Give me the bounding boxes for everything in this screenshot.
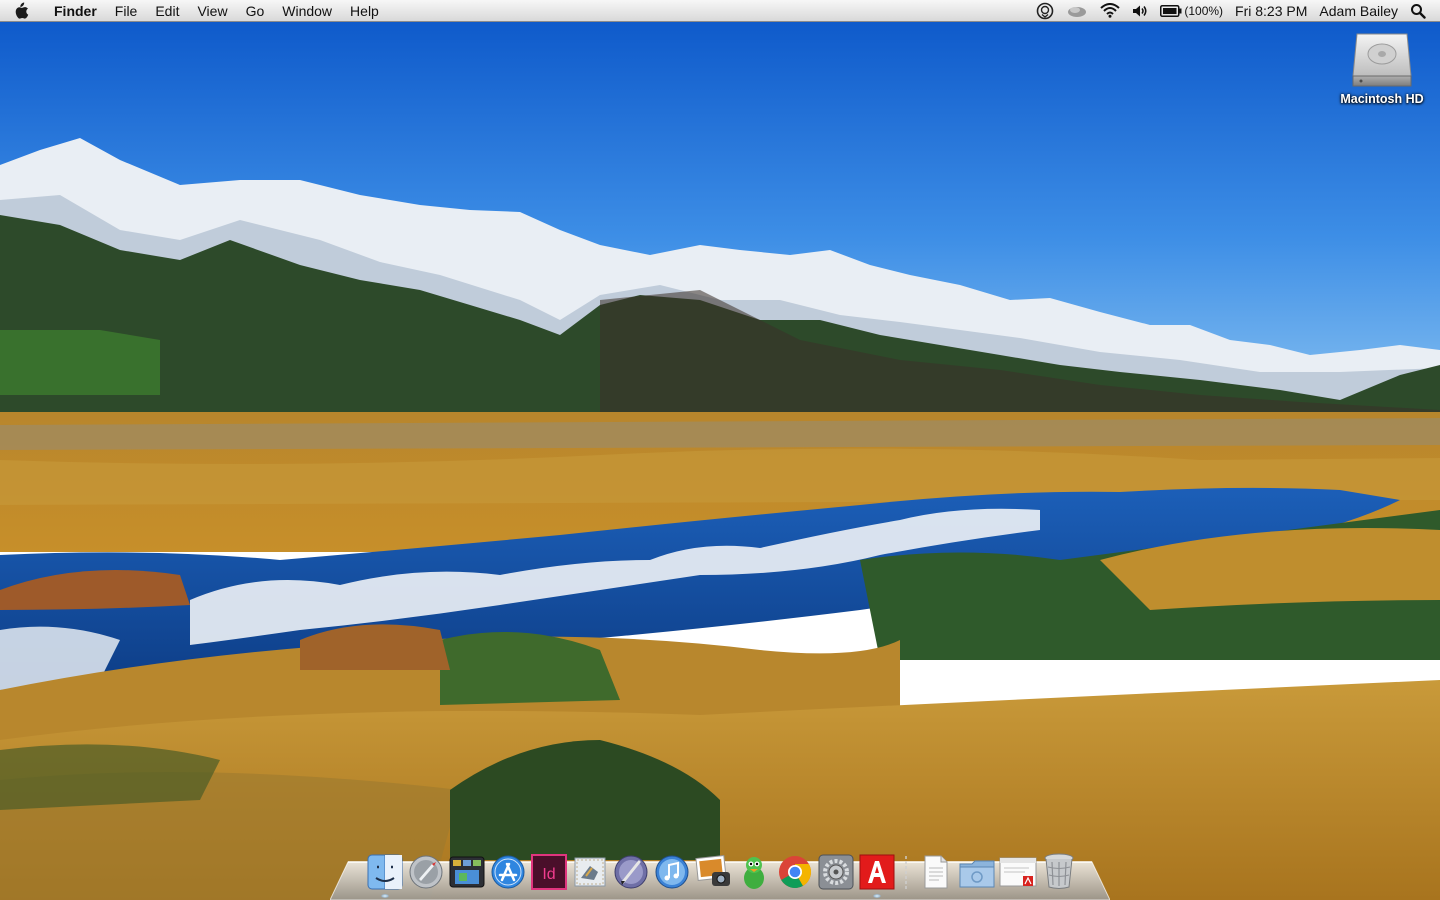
chrome-icon [778,856,811,889]
menu-bar-left: Finder File Edit View Go Window Help [0,0,388,22]
apple-menu-icon[interactable] [0,0,42,22]
menu-help[interactable]: Help [341,0,388,22]
pdf-document-icon [999,857,1036,887]
desktop-wallpaper [0,0,1440,900]
menu-window[interactable]: Window [273,0,341,22]
dock-item-mission-control[interactable] [446,850,487,890]
dock-stack-document[interactable] [915,850,956,890]
dock-stack-folder[interactable] [956,850,997,890]
spotlight-search-icon[interactable] [1404,0,1432,22]
desktop-icon-macintosh-hd[interactable]: Macintosh HD [1333,30,1431,120]
document-icon [924,855,947,889]
folder-icon [959,860,994,888]
itunes-icon [655,855,688,889]
dock-item-system-preferences[interactable] [815,850,856,890]
running-indicator [872,894,881,898]
menu-edit[interactable]: Edit [146,0,188,22]
wifi-icon[interactable] [1094,0,1126,22]
dock-item-launchpad[interactable] [405,850,446,890]
menu-view[interactable]: View [188,0,236,22]
dock-item-finder[interactable] [364,850,405,898]
battery-icon[interactable]: (100%) [1154,0,1229,22]
dock-item-mail[interactable] [569,850,610,890]
cloud-icon[interactable] [1060,0,1094,22]
hard-drive-icon [1352,33,1412,87]
dock-item-adium[interactable] [733,850,774,890]
dock-separator[interactable] [897,846,915,890]
dock: Id [364,846,1079,898]
trash-icon [1044,853,1073,889]
menu-bar: Finder File Edit View Go Window Help (10… [0,0,1440,22]
menu-file[interactable]: File [106,0,147,22]
menu-app-finder[interactable]: Finder [42,0,106,22]
dock-stack-pdf-document[interactable] [997,850,1038,890]
menu-go[interactable]: Go [237,0,274,22]
user-name-menu[interactable]: Adam Bailey [1313,0,1404,22]
dock-item-indesign[interactable]: Id [528,850,569,890]
mission-control-icon [449,856,484,888]
dock-item-app-store[interactable] [487,850,528,890]
adium-icon [743,857,764,889]
dock-item-itunes[interactable] [651,850,692,890]
dock-item-script-editor[interactable] [610,850,651,890]
dock-item-chrome[interactable] [774,850,815,890]
svg-text:Id: Id [542,866,555,883]
desktop-icon-label: Macintosh HD [1340,92,1424,106]
dock-item-trash[interactable] [1038,850,1079,890]
launchpad-icon [409,855,442,889]
mail-icon [574,857,605,887]
adobe-icon [859,854,894,890]
system-preferences-icon [818,854,853,890]
dock-item-adobe[interactable] [856,850,897,898]
indesign-icon: Id [530,854,567,890]
battery-percentage: (100%) [1184,3,1224,18]
running-indicator [380,894,389,898]
menu-bar-status-area: (100%) Fri 8:23 PM Adam Bailey [1030,0,1440,22]
chat-icon[interactable] [1030,0,1060,22]
iphoto-icon [694,855,730,886]
app-store-icon [491,855,524,889]
dock-item-iphoto[interactable] [692,850,733,890]
script-editor-icon [614,855,647,889]
menu-clock[interactable]: Fri 8:23 PM [1229,0,1313,22]
volume-icon[interactable] [1126,0,1154,22]
finder-icon [367,854,402,890]
